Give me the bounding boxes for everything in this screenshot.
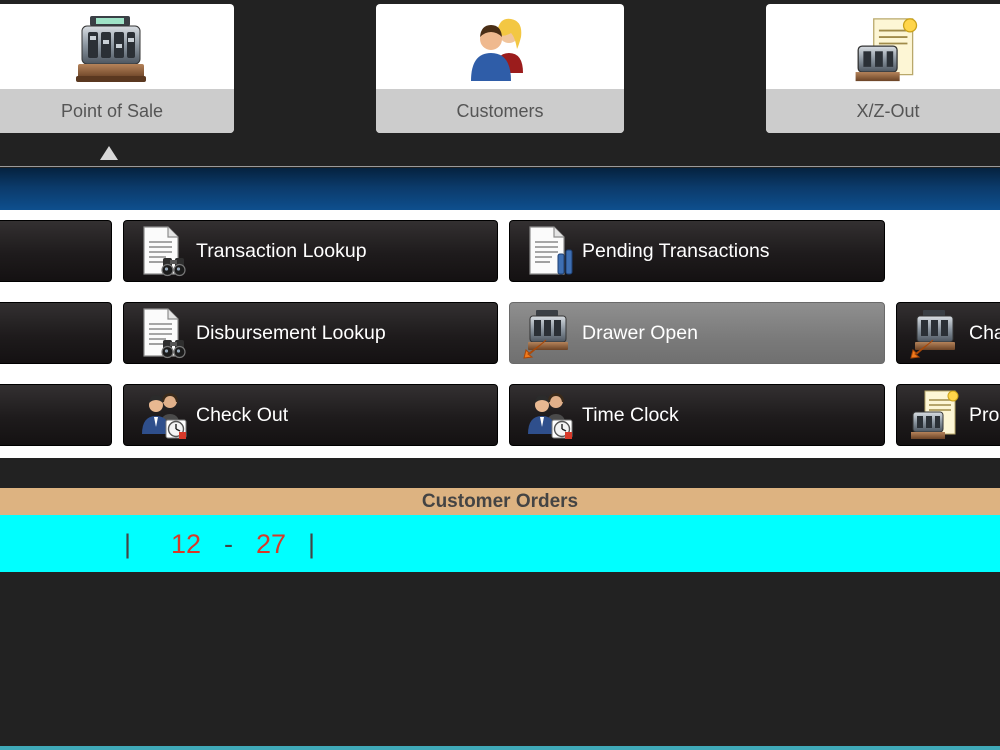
active-module-indicator-icon [100, 146, 118, 160]
transaction-lookup-button[interactable]: Transaction Lookup [123, 220, 498, 282]
pager-separator-right: | [308, 529, 316, 559]
button-label: Pending Transactions [582, 239, 770, 262]
module-label: Point of Sale [0, 89, 234, 133]
pager-range-start[interactable]: 12 [171, 529, 201, 560]
section-header-band [0, 168, 1000, 210]
button-label: Cha [969, 321, 1000, 344]
module-tile-customers[interactable]: Customers [376, 4, 624, 133]
time-clock-button[interactable]: Time Clock [509, 384, 885, 446]
register-document-icon [909, 388, 963, 442]
button-label: Drawer Open [582, 321, 698, 344]
customer-orders-title: Customer Orders [421, 490, 579, 512]
button-label: Disbursement Lookup [196, 321, 386, 344]
document-binoculars-icon [136, 224, 190, 278]
action-button-grid: Transaction Lookup Pending Transactions … [0, 210, 1000, 458]
check-out-button[interactable]: Check Out [123, 384, 498, 446]
cash-drawer-open-icon [909, 306, 963, 360]
button-label: Time Clock [582, 403, 679, 426]
drawer-open-button[interactable]: Drawer Open [509, 302, 885, 364]
button-label: Transaction Lookup [196, 239, 367, 262]
pending-transactions-button[interactable]: Pending Transactions [509, 220, 885, 282]
pager-separator-left: | [124, 529, 132, 559]
cash-register-icon [0, 10, 234, 90]
module-tile-xz-out[interactable]: X/Z-Out [766, 4, 1000, 133]
pager-dash: - [224, 529, 233, 559]
action-button-partial-left[interactable] [0, 384, 112, 446]
module-label: X/Z-Out [766, 89, 1000, 133]
pager-range-end[interactable]: 27 [256, 529, 286, 560]
spacer-strip [0, 458, 1000, 488]
button-label: Pro [969, 403, 1000, 426]
action-button-partial-left[interactable] [0, 220, 112, 282]
employees-clock-icon [136, 388, 190, 442]
customer-orders-header: Customer Orders [0, 488, 1000, 515]
register-report-icon [766, 10, 1000, 90]
bottom-border [0, 746, 1000, 750]
document-pending-icon [522, 224, 576, 278]
change-drawer-button[interactable]: Cha [896, 302, 1000, 364]
employees-clock-icon [522, 388, 576, 442]
button-label: Check Out [196, 403, 289, 426]
customers-icon [376, 10, 624, 90]
document-binoculars-icon [136, 306, 190, 360]
module-tile-point-of-sale[interactable]: Point of Sale [0, 4, 234, 133]
cash-drawer-open-icon [522, 306, 576, 360]
module-label: Customers [376, 89, 624, 133]
divider [0, 166, 1000, 167]
disbursement-lookup-button[interactable]: Disbursement Lookup [123, 302, 498, 364]
customer-orders-pager: | 12 - 27 | [0, 515, 1000, 572]
action-button-partial-left[interactable] [0, 302, 112, 364]
product-button[interactable]: Pro [896, 384, 1000, 446]
